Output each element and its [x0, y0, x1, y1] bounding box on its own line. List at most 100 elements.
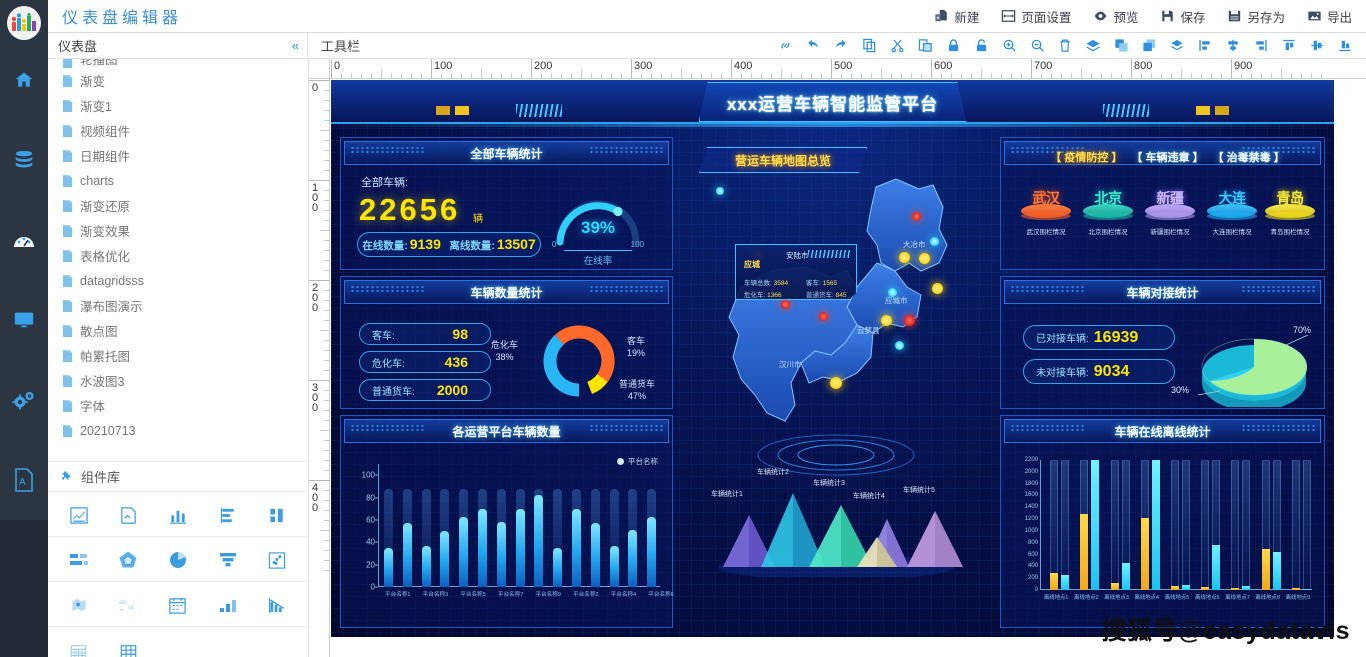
- group-icon[interactable]: [1164, 35, 1190, 57]
- tab-epidemic-control[interactable]: 【 疫情防控 】: [1050, 149, 1122, 165]
- platform-bar[interactable]: [496, 522, 506, 587]
- progress-bars-icon[interactable]: [54, 547, 104, 573]
- platform-bar[interactable]: [440, 531, 450, 587]
- platform-bar[interactable]: [609, 545, 619, 587]
- radar-chart-icon[interactable]: [104, 547, 154, 573]
- onoff-bar-online[interactable]: [1061, 574, 1070, 590]
- tree-item-12[interactable]: 帕累托图: [48, 343, 308, 368]
- send-to-back-icon[interactable]: [1136, 35, 1162, 57]
- tree-item-4[interactable]: 日期组件: [48, 143, 308, 168]
- step-chart-icon[interactable]: [203, 592, 253, 618]
- collapse-sidebar-icon[interactable]: «: [292, 38, 299, 53]
- map-marker-cyan-3[interactable]: [895, 341, 904, 350]
- platform-bar[interactable]: [383, 547, 393, 587]
- tree-item-3[interactable]: 视频组件: [48, 118, 308, 143]
- onoff-bar-offline[interactable]: [1171, 586, 1179, 590]
- zoom-out-icon[interactable]: [1024, 35, 1050, 57]
- tree-item-5[interactable]: charts: [48, 168, 308, 193]
- gears-icon[interactable]: [0, 360, 48, 440]
- pdf-icon[interactable]: A: [0, 440, 48, 520]
- area-line-chart-icon[interactable]: [54, 502, 104, 528]
- tab-vehicle-violation[interactable]: 【 车辆违章 】: [1131, 149, 1203, 165]
- onoff-bar-offline[interactable]: [1201, 587, 1210, 590]
- map-marker-yellow-3[interactable]: [932, 283, 943, 294]
- tree-item-11[interactable]: 散点图: [48, 318, 308, 343]
- platform-bar[interactable]: [459, 516, 469, 587]
- database-icon[interactable]: [0, 120, 48, 200]
- onoff-bar-offline[interactable]: [1140, 517, 1149, 590]
- onoff-bar-offline[interactable]: [1231, 588, 1240, 590]
- undo-icon[interactable]: [800, 35, 826, 57]
- data-list-icon[interactable]: [54, 639, 104, 657]
- platform-bar[interactable]: [571, 508, 581, 587]
- tree-item-1[interactable]: 渐变: [48, 68, 308, 93]
- page-setup-button[interactable]: 页面设置: [1001, 7, 1071, 26]
- delete-icon[interactable]: [1052, 35, 1078, 57]
- map-marker-red-3[interactable]: [819, 312, 828, 321]
- copy-icon[interactable]: [856, 35, 882, 57]
- monitor-icon[interactable]: [0, 280, 48, 360]
- city-column-dalian[interactable]: 大连 大连围栏情况: [1205, 188, 1259, 236]
- tree-item-7[interactable]: 渐变效果: [48, 218, 308, 243]
- platform-bar[interactable]: [647, 516, 657, 587]
- tab-drug-control[interactable]: 【 治毒禁毒 】: [1213, 149, 1285, 165]
- contract-chart-icon[interactable]: [104, 502, 154, 528]
- epidemic-control-card[interactable]: 【 疫情防控 】 【 车辆违章 】 【 治毒禁毒 】 武汉 武汉围栏情况 北京 …: [1000, 137, 1325, 270]
- city-column-wuhan[interactable]: 武汉 武汉围栏情况: [1019, 188, 1073, 236]
- redo-icon[interactable]: [828, 35, 854, 57]
- onoff-bar-online[interactable]: [1121, 563, 1130, 590]
- layers-icon[interactable]: [1080, 35, 1106, 57]
- mixed-bar-icon[interactable]: [252, 502, 302, 528]
- platform-bar[interactable]: [477, 508, 487, 587]
- onoff-bar-online[interactable]: [1242, 586, 1251, 590]
- gauge-icon[interactable]: [0, 200, 48, 280]
- onoff-bar-online[interactable]: [1182, 585, 1190, 590]
- map-marker-red-2[interactable]: [904, 315, 915, 326]
- map-chart-icon[interactable]: [54, 592, 104, 618]
- paste-icon[interactable]: [912, 35, 938, 57]
- onoff-bar-offline[interactable]: [1110, 582, 1119, 590]
- city-column-qingdao[interactable]: 青岛 青岛围栏情况: [1263, 188, 1317, 236]
- home-icon[interactable]: [0, 40, 48, 120]
- align-middle-icon[interactable]: [1304, 35, 1330, 57]
- lock-icon[interactable]: [940, 35, 966, 57]
- funnel-chart-icon[interactable]: [203, 547, 253, 573]
- platform-bar[interactable]: [402, 523, 412, 587]
- map-marker-yellow-2[interactable]: [919, 253, 930, 264]
- city-column-beijing[interactable]: 北京 北京围栏情况: [1081, 188, 1135, 236]
- scatter-chart-icon[interactable]: [252, 547, 302, 573]
- calendar-icon[interactable]: [153, 592, 203, 618]
- align-right-icon[interactable]: [1248, 35, 1274, 57]
- bar-chart-icon[interactable]: [203, 502, 253, 528]
- map-marker-red-1[interactable]: [912, 212, 921, 221]
- vehicle-docking-card[interactable]: 车辆对接统计 已对接车辆: 16939 未对接车辆: 9034 70% 30%: [1000, 276, 1325, 409]
- map-marker-red-5[interactable]: [781, 300, 790, 309]
- tree-item-14[interactable]: 字体: [48, 393, 308, 418]
- platform-bar[interactable]: [553, 547, 563, 587]
- preview-button[interactable]: 预览: [1093, 7, 1138, 26]
- pie-chart-icon[interactable]: [153, 547, 203, 573]
- onoff-bar-offline[interactable]: [1080, 514, 1089, 590]
- map-marker-yellow-4[interactable]: [881, 315, 892, 326]
- city-column-xinjiang[interactable]: 新疆 新疆围栏情况: [1143, 188, 1197, 236]
- onoff-bar-offline[interactable]: [1261, 548, 1270, 590]
- dashboard-canvas[interactable]: xxx运营车辆智能监管平台 全部车辆统计 全部车辆: 22656 辆 在线数量:…: [331, 80, 1334, 637]
- online-offline-chart-card[interactable]: 车辆在线离线统计 0 200 400 600 800 1000 1200 1400 1600 18…: [1000, 415, 1325, 628]
- bring-to-front-icon[interactable]: [1108, 35, 1134, 57]
- save-as-button[interactable]: 另存为: [1227, 7, 1285, 26]
- map-marker-cyan-4[interactable]: [716, 187, 724, 195]
- onoff-bar-online[interactable]: [1272, 552, 1281, 590]
- map-marker-cyan-1[interactable]: [930, 237, 939, 246]
- onoff-bar-online[interactable]: [1302, 588, 1311, 590]
- zoom-in-icon[interactable]: [996, 35, 1022, 57]
- onoff-bar-online[interactable]: [1151, 460, 1160, 590]
- align-top-icon[interactable]: [1276, 35, 1302, 57]
- cut-icon[interactable]: [884, 35, 910, 57]
- platform-bar[interactable]: [421, 545, 431, 587]
- platform-vehicle-chart-card[interactable]: 各运营平台车辆数量 平台名称 0 20 40 60 80 100 平台名称1 平台名称3 平台名…: [340, 415, 674, 628]
- align-left-icon[interactable]: [1192, 35, 1218, 57]
- platform-bar[interactable]: [515, 508, 525, 587]
- unlock-icon[interactable]: [968, 35, 994, 57]
- tree-item-6[interactable]: 渐变还原: [48, 193, 308, 218]
- tree-item-9[interactable]: datagridsss: [48, 268, 308, 293]
